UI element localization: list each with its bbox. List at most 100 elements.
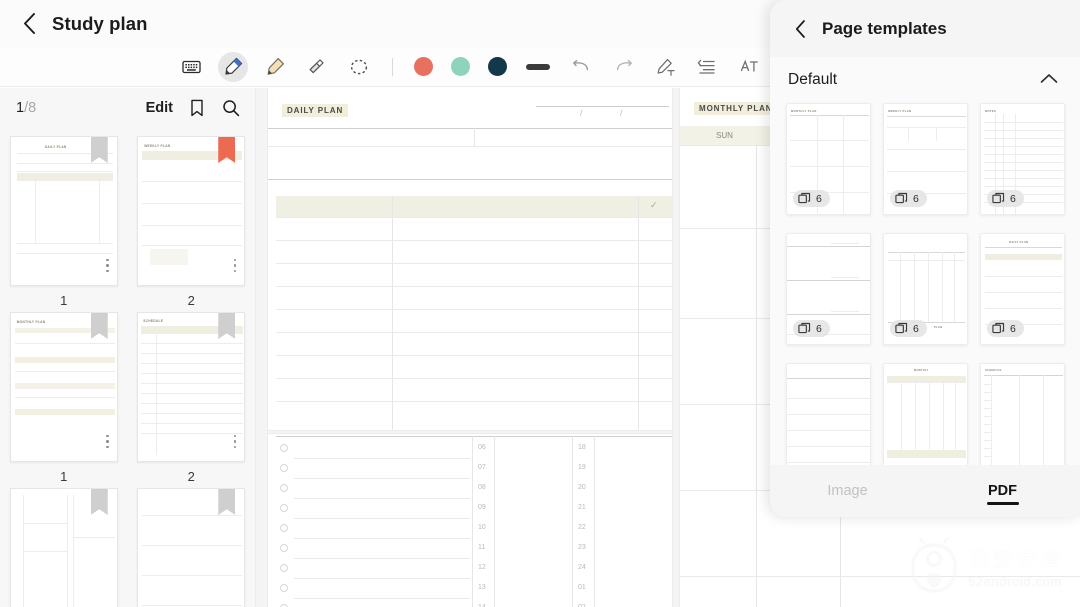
text-style-icon — [740, 59, 758, 72]
chevron-left-icon — [23, 13, 35, 34]
template-lined-notes[interactable]: NOTES 6 — [980, 103, 1065, 215]
templates-grid: MONTHLY PLAN 6 WEEKLY PLAN 6 NOTES 6 6 P… — [770, 103, 1080, 465]
page-total: 8 — [28, 100, 37, 116]
time-slot: 22 — [578, 524, 586, 531]
thumb-title: DAILY PLAN — [44, 145, 67, 149]
bookmark-button[interactable] — [187, 98, 207, 118]
document-page-1[interactable]: DAILY PLAN / / ✓ — [268, 88, 672, 430]
pen-tool[interactable] — [218, 51, 248, 82]
keyboard-icon — [181, 60, 201, 73]
thumbnail-menu[interactable] — [106, 258, 109, 272]
template-count-badge: 6 — [890, 190, 927, 207]
time-slot: 19 — [578, 464, 586, 471]
template-count: 6 — [816, 322, 822, 335]
copies-icon — [992, 322, 1005, 334]
chevron-up-icon — [1040, 74, 1058, 83]
time-slot: 18 — [578, 444, 586, 451]
template-count-badge: 6 — [793, 320, 830, 337]
thumbnail-bookmark — [90, 313, 108, 339]
convert-to-text-button[interactable] — [650, 52, 680, 82]
page-indicator: 1/8 — [16, 100, 36, 116]
templates-back-button[interactable] — [786, 15, 814, 43]
weekday-sun: SUN — [716, 131, 733, 140]
template-count: 6 — [913, 322, 919, 335]
redo-button[interactable] — [608, 52, 638, 82]
thumb-title: SCHEDULE — [143, 319, 164, 323]
edit-button[interactable]: Edit — [146, 100, 173, 116]
search-button[interactable] — [221, 98, 241, 118]
copies-icon — [895, 322, 908, 334]
template-daily-plan[interactable]: DAILY PLAN 6 — [980, 233, 1065, 345]
template-count: 6 — [913, 192, 919, 205]
page-thumbnail[interactable]: WEEKLY PLAN — [137, 136, 246, 286]
thumbnail-bookmark — [90, 489, 108, 515]
template-count: 6 — [1010, 322, 1016, 335]
thumbnail-label: 1 — [60, 293, 68, 308]
pen-width-indicator[interactable] — [526, 63, 550, 70]
time-slot: 06 — [478, 444, 486, 451]
time-slot: 10 — [478, 524, 486, 531]
thumbnail-cell[interactable]: DAILY PLAN 1 — [0, 136, 128, 308]
template-calendar-week[interactable]: MEMO PLAN 6 — [883, 233, 968, 345]
page-thumbnail[interactable] — [9, 488, 118, 607]
thumbnail-cell[interactable] — [128, 488, 256, 607]
copies-icon — [992, 192, 1005, 204]
thumbnail-menu[interactable] — [106, 434, 109, 448]
tab-pdf[interactable]: PDF — [925, 465, 1080, 517]
templates-section-toggle[interactable] — [1040, 71, 1058, 89]
color-swatch-mint[interactable] — [451, 57, 470, 76]
thumbnail-bookmark — [218, 489, 236, 515]
sidebar-header: 1/8 Edit — [0, 88, 255, 128]
thumbnail-cell[interactable]: WEEKLY PLAN 2 — [128, 136, 256, 308]
thumbnail-cell[interactable]: SCHEDULE 2 — [128, 312, 256, 484]
template-timeline[interactable]: SCHEDULE — [980, 363, 1065, 465]
template-count-badge: 6 — [987, 320, 1024, 337]
text-align-button[interactable] — [692, 52, 722, 82]
tab-image[interactable]: Image — [770, 465, 925, 517]
time-slot: 20 — [578, 484, 586, 491]
document-page-1-lower[interactable]: 06 07 08 09 10 11 12 13 14 18 19 20 21 2… — [268, 434, 672, 607]
highlighter-tool[interactable] — [260, 52, 290, 82]
eraser-icon — [309, 59, 324, 74]
daily-plan-label: DAILY PLAN — [282, 104, 349, 117]
templates-section-default[interactable]: Default — [770, 57, 1080, 103]
template-count-badge: 6 — [890, 320, 927, 337]
undo-button[interactable] — [566, 52, 596, 82]
time-slot: 08 — [478, 484, 486, 491]
time-slot: 13 — [478, 584, 486, 591]
color-swatch-coral[interactable] — [414, 57, 433, 76]
template-month-table[interactable]: MONTHLY — [883, 363, 968, 465]
text-align-icon — [697, 59, 715, 74]
thumbnail-cell[interactable]: MONTHLY PLAN 1 — [0, 312, 128, 484]
time-slot: 24 — [578, 564, 586, 571]
thumbnail-grid: DAILY PLAN 1 WEEKLY PLAN 2 MONTHLY PLAN … — [0, 128, 255, 607]
lasso-select-tool[interactable] — [344, 52, 374, 82]
lasso-select-icon — [350, 59, 368, 74]
page-thumbnail[interactable] — [137, 488, 246, 607]
template-ruled-page[interactable] — [786, 363, 871, 465]
text-style-button[interactable] — [734, 52, 764, 82]
eraser-tool[interactable] — [302, 52, 332, 82]
template-split-notes[interactable]: 6 — [786, 233, 871, 345]
highlighter-icon — [267, 58, 284, 75]
page-thumbnail[interactable]: DAILY PLAN — [9, 136, 118, 286]
thumbnail-menu[interactable] — [233, 258, 237, 272]
date-separator-1: / — [580, 108, 583, 118]
templates-section-label: Default — [788, 71, 838, 88]
thumbnail-cell[interactable] — [0, 488, 128, 607]
copies-icon — [798, 322, 811, 334]
keyboard-tool[interactable] — [176, 52, 206, 82]
page-thumbnail[interactable]: SCHEDULE — [137, 312, 246, 462]
thumb-title: WEEKLY PLAN — [144, 144, 171, 148]
convert-to-text-icon — [657, 58, 675, 76]
page-thumbnail[interactable]: MONTHLY PLAN — [9, 312, 118, 462]
thumbnail-menu[interactable] — [233, 434, 237, 448]
pen-icon — [224, 57, 242, 75]
back-button[interactable] — [10, 5, 48, 43]
thumbnail-bookmark — [90, 137, 108, 163]
template-monthly-grid[interactable]: MONTHLY PLAN 6 — [786, 103, 871, 215]
page-thumbnail-sidebar: 1/8 Edit DAILY PLAN 1 WEEKLY PLAN 2 MONT… — [0, 88, 256, 607]
color-swatch-navy[interactable] — [488, 57, 507, 76]
thumb-title: MONTHLY PLAN — [16, 320, 46, 324]
template-weekly-grid[interactable]: WEEKLY PLAN 6 — [883, 103, 968, 215]
